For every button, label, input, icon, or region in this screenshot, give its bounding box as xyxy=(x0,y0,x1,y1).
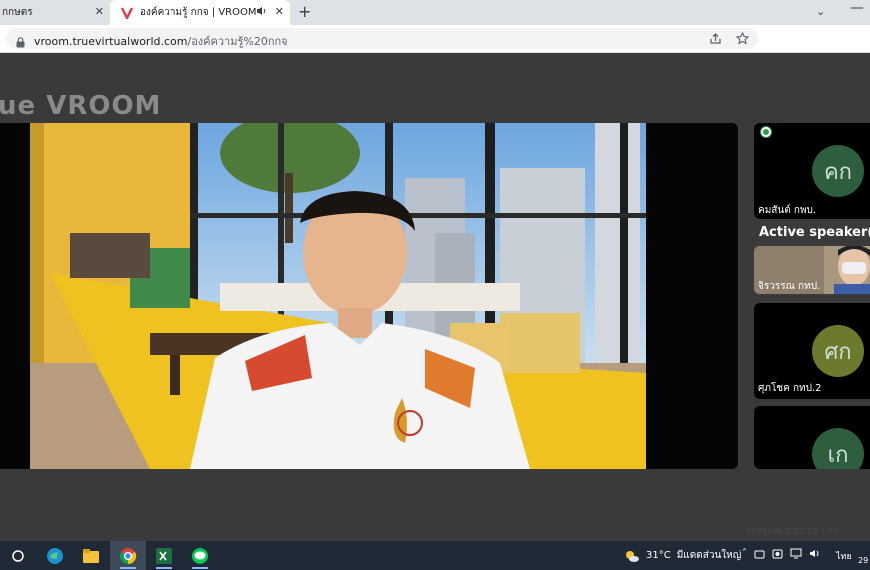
address-bar: vroom.truevirtualworld.com/องค์ความรู้%2… xyxy=(0,25,870,69)
tab-title: กกษตร xyxy=(2,7,33,18)
cafe-background-image xyxy=(30,123,646,469)
participant-name: ศุภโชค กทป.2 xyxy=(758,383,822,394)
system-tray: ˄ xyxy=(742,548,821,559)
file-explorer-icon[interactable] xyxy=(73,541,109,570)
presenter-video[interactable] xyxy=(30,123,646,469)
line-app-icon[interactable] xyxy=(182,541,218,570)
weather-widget[interactable]: 31°C มีแดดส่วนใหญ่ xyxy=(624,548,741,563)
participant-tile[interactable]: ศก ศุภโชค กทป.2 xyxy=(754,303,870,399)
show-hidden-icons-chevron-icon[interactable]: ˄ xyxy=(742,548,747,559)
share-icon[interactable] xyxy=(708,31,723,46)
vroom-favicon-icon xyxy=(120,6,134,20)
edge-browser-icon[interactable] xyxy=(37,541,73,570)
vroom-page: ue VROOM คก คมสันต์ กพบ. Active speaker … xyxy=(0,53,870,541)
audio-playing-icon[interactable] xyxy=(256,6,268,19)
tab-title: องค์ความรู้ กกจ | VROOM xyxy=(140,7,257,18)
input-language-indicator[interactable]: ไทย xyxy=(836,549,852,563)
browser-tab-active[interactable]: องค์ความรู้ กกจ | VROOM ✕ xyxy=(110,0,290,25)
avatar: ศก xyxy=(812,325,864,377)
mic-active-icon xyxy=(760,126,772,138)
bookmark-star-icon[interactable] xyxy=(735,31,750,46)
avatar: คก xyxy=(812,145,864,197)
partly-sunny-icon xyxy=(626,550,639,562)
minimize-window-icon[interactable]: — xyxy=(850,0,864,16)
tab-search-chevron-icon[interactable]: ⌄ xyxy=(816,5,825,18)
main-video-stage xyxy=(0,123,738,469)
chrome-browser-icon[interactable] xyxy=(110,541,146,570)
system-clock[interactable]: 29 xyxy=(858,556,868,565)
version-text: VERSION 2022.10.3 R0 xyxy=(746,527,839,536)
camera-icon[interactable] xyxy=(772,548,783,559)
tab-strip: กกษตร ✕ องค์ความรู้ กกจ | VROOM ✕ + ⌄ — xyxy=(0,0,870,25)
participant-tile[interactable]: เก xyxy=(754,406,870,469)
temperature: 31°C xyxy=(646,550,671,561)
search-circle-icon[interactable] xyxy=(0,541,36,570)
participant-name: จิรวรรณ กทป. xyxy=(758,281,821,292)
excel-icon[interactable] xyxy=(146,541,182,570)
url-text[interactable]: vroom.truevirtualworld.com/องค์ความรู้%2… xyxy=(34,32,288,50)
speaker-volume-icon[interactable] xyxy=(809,548,821,559)
weather-description: มีแดดส่วนใหญ่ xyxy=(676,550,742,561)
active-speaker-tile[interactable]: จิรวรรณ กทป. xyxy=(754,246,870,294)
participant-name: คมสันต์ กพบ. xyxy=(758,205,817,216)
true-vroom-logo: ue VROOM xyxy=(0,91,162,121)
omnibox[interactable]: vroom.truevirtualworld.com/องค์ความรู้%2… xyxy=(6,28,758,49)
meet-now-icon[interactable] xyxy=(754,548,765,559)
active-speaker-heading: Active speaker(s) xyxy=(759,225,870,240)
url-host: vroom.truevirtualworld.com xyxy=(34,35,188,48)
close-tab-icon[interactable]: ✕ xyxy=(95,5,104,18)
url-path: /องค์ความรู้%20กกจ xyxy=(187,35,288,48)
browser-tab-inactive[interactable]: กกษตร ✕ xyxy=(0,0,110,25)
avatar: เก xyxy=(812,428,864,469)
lock-icon[interactable] xyxy=(16,33,25,52)
participant-tile[interactable]: คก คมสันต์ กพบ. xyxy=(754,123,870,219)
new-tab-button[interactable]: + xyxy=(298,2,311,21)
close-tab-icon[interactable]: ✕ xyxy=(275,5,284,18)
windows-taskbar: 31°C มีแดดส่วนใหญ่ ˄ ไทย 29 xyxy=(0,541,870,570)
network-monitor-icon[interactable] xyxy=(790,548,802,559)
